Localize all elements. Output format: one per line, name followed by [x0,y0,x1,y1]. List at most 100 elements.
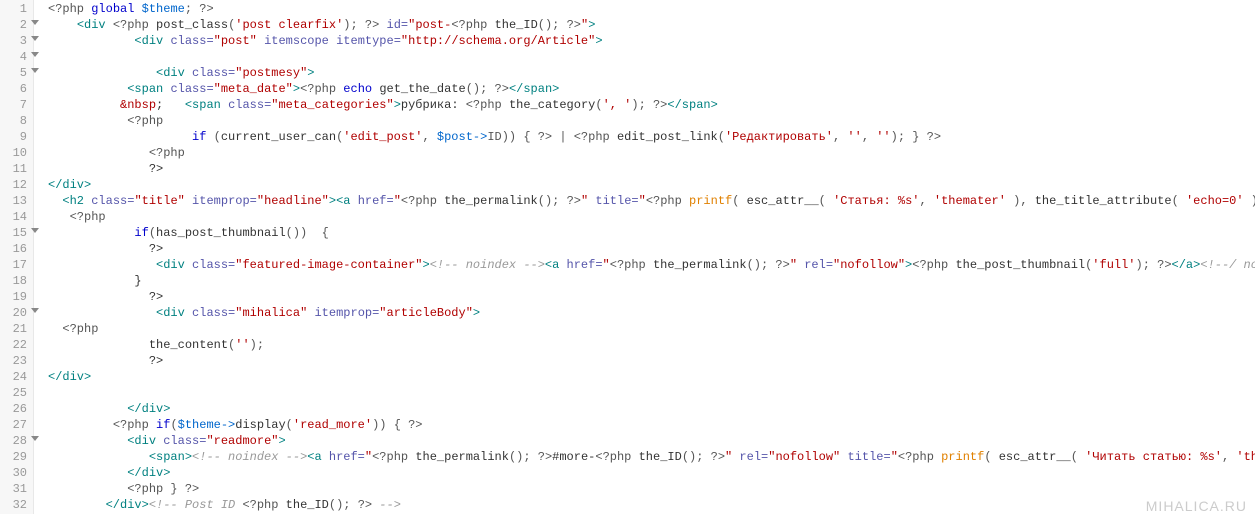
line-number[interactable]: 12 [0,177,27,193]
token-str: "nofollow" [833,258,905,272]
line-number[interactable]: 23 [0,353,27,369]
code-line[interactable]: ?> [48,353,1255,369]
code-line[interactable]: } [48,273,1255,289]
code-line[interactable]: <?php [48,209,1255,225]
code-line[interactable]: </div> [48,177,1255,193]
token-php: ) ); ?> [1244,194,1255,208]
token-php: <?php [610,258,653,272]
line-number[interactable]: 10 [0,145,27,161]
line-number[interactable]: 26 [0,401,27,417]
code-line[interactable]: </div> [48,369,1255,385]
code-line[interactable]: if (current_user_can('edit_post', $post-… [48,129,1255,145]
fold-toggle-icon[interactable] [31,436,39,441]
token-str: 'edit_post' [343,130,422,144]
line-number-gutter[interactable]: 1234567891011121314151617181920212223242… [0,0,34,514]
code-line[interactable]: <div class="featured-image-container"><!… [48,257,1255,273]
fold-toggle-icon[interactable] [31,52,39,57]
line-number[interactable]: 32 [0,497,27,513]
line-number[interactable]: 22 [0,337,27,353]
fold-toggle-icon[interactable] [31,20,39,25]
line-number[interactable]: 2 [0,17,27,33]
line-number[interactable]: 20 [0,305,27,321]
code-line[interactable]: <?php [48,321,1255,337]
code-area[interactable]: <?php global $theme; ?> <div <?php post_… [34,0,1255,514]
line-number[interactable]: 19 [0,289,27,305]
token-str: 'Читать статью: %s' [1085,450,1222,464]
line-number[interactable]: 24 [0,369,27,385]
code-line[interactable]: the_content(''); [48,337,1255,353]
line-number[interactable]: 8 [0,113,27,129]
token-txt [48,98,120,112]
code-line[interactable]: if(has_post_thumbnail()) { [48,225,1255,241]
line-number[interactable]: 7 [0,97,27,113]
token-php: (); ?> [747,258,790,272]
line-number[interactable]: 11 [0,161,27,177]
code-line[interactable]: <div class="readmore"> [48,433,1255,449]
token-str: "headline" [257,194,329,208]
code-line[interactable]: </div><!-- Post ID <?php the_ID(); ?> --… [48,497,1255,513]
token-str: " [790,258,797,272]
token-tag: > [473,306,480,320]
line-number[interactable]: 6 [0,81,27,97]
token-php: <?php [451,18,494,32]
line-number[interactable]: 5 [0,65,27,81]
token-com: <!-- noindex --> [192,450,307,464]
fold-toggle-icon[interactable] [31,68,39,73]
code-line[interactable]: </div> [48,465,1255,481]
code-line[interactable]: &nbsp; <span class="meta_categories">руб… [48,97,1255,113]
token-var: $theme [142,2,185,16]
line-number[interactable]: 4 [0,49,27,65]
token-tag: > [595,34,602,48]
code-line[interactable]: <span class="meta_date"><?php echo get_t… [48,81,1255,97]
token-var: $post-> [437,130,487,144]
line-number[interactable]: 17 [0,257,27,273]
code-line[interactable]: <span><!-- noindex --><a href="<?php the… [48,449,1255,465]
token-php: ( [286,418,293,432]
fold-toggle-icon[interactable] [31,36,39,41]
line-number[interactable]: 27 [0,417,27,433]
token-str: 'themater' [934,194,1006,208]
token-hl: printf [941,450,984,464]
code-line[interactable]: ?> [48,241,1255,257]
code-line[interactable]: <?php [48,145,1255,161]
line-number[interactable]: 29 [0,449,27,465]
code-line[interactable]: <div <?php post_class('post clearfix'); … [48,17,1255,33]
code-line[interactable] [48,385,1255,401]
token-txt [48,306,156,320]
code-line[interactable]: <div class="post" itemscope itemtype="ht… [48,33,1255,49]
token-attr: href= [329,450,365,464]
line-number[interactable]: 16 [0,241,27,257]
line-number[interactable]: 31 [0,481,27,497]
line-number[interactable]: 18 [0,273,27,289]
line-number[interactable]: 9 [0,129,27,145]
line-number[interactable]: 28 [0,433,27,449]
token-php: ( [149,226,156,240]
line-number[interactable]: 14 [0,209,27,225]
code-line[interactable]: <?php if($theme->display('read_more')) {… [48,417,1255,433]
token-php: ( [595,98,602,112]
code-line[interactable] [48,49,1255,65]
code-line[interactable]: <?php global $theme; ?> [48,1,1255,17]
token-txt [48,418,113,432]
code-line[interactable]: <?php [48,113,1255,129]
code-line[interactable]: <h2 class="title" itemprop="headline"><a… [48,193,1255,209]
line-number[interactable]: 3 [0,33,27,49]
code-line[interactable]: ?> [48,289,1255,305]
fold-toggle-icon[interactable] [31,308,39,313]
code-line[interactable]: <div class="postmesy"> [48,65,1255,81]
token-attr: class= [170,34,213,48]
line-number[interactable]: 25 [0,385,27,401]
token-php: ); ?> [631,98,667,112]
line-number[interactable]: 13 [0,193,27,209]
token-txt [48,466,127,480]
code-line[interactable]: <div class="mihalica" itemprop="articleB… [48,305,1255,321]
line-number[interactable]: 1 [0,1,27,17]
fold-toggle-icon[interactable] [31,228,39,233]
token-php: ( [819,194,833,208]
code-line[interactable]: </div> [48,401,1255,417]
line-number[interactable]: 15 [0,225,27,241]
code-line[interactable]: ?> [48,161,1255,177]
line-number[interactable]: 30 [0,465,27,481]
line-number[interactable]: 21 [0,321,27,337]
code-line[interactable]: <?php } ?> [48,481,1255,497]
